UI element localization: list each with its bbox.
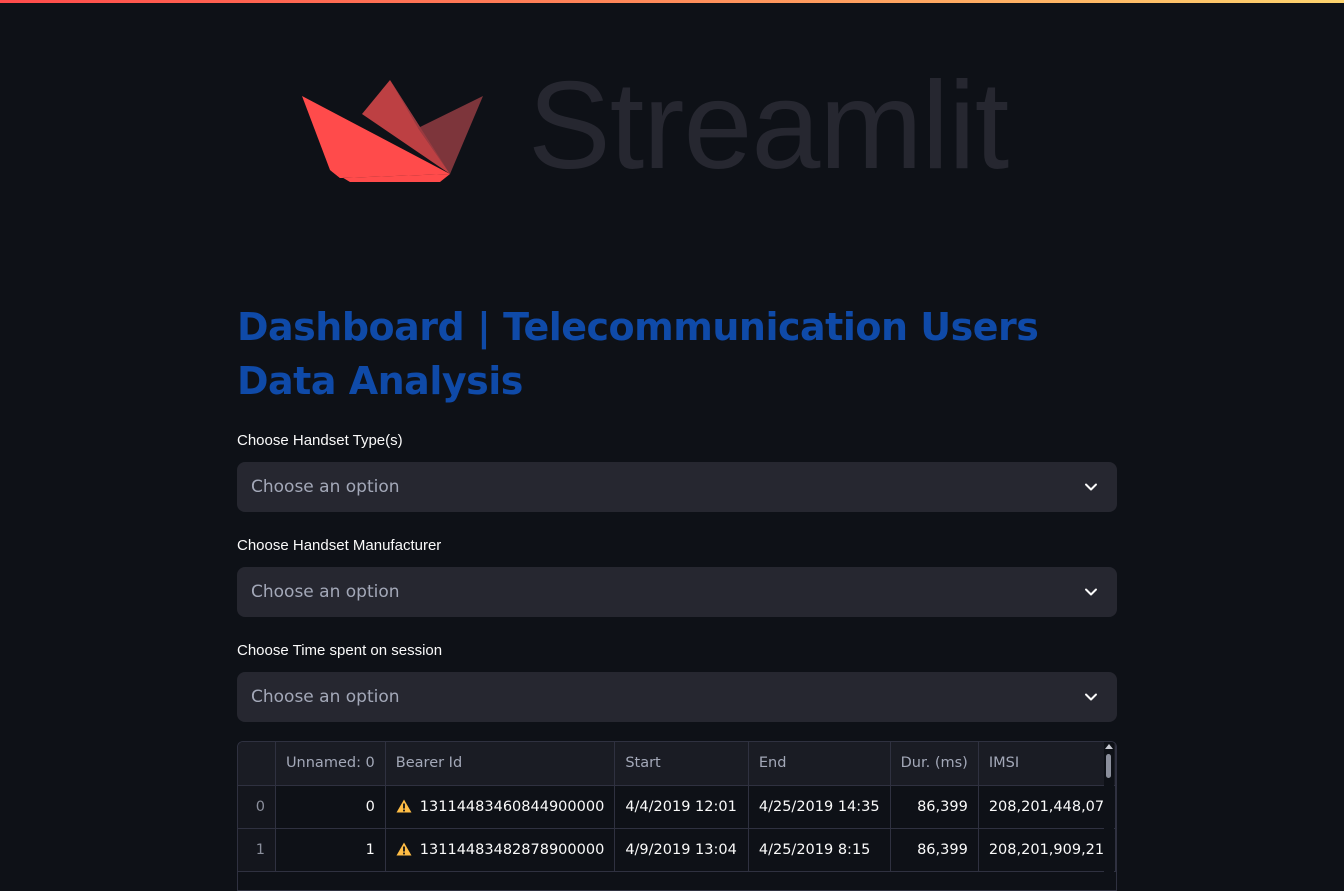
- select-placeholder: Choose an option: [251, 687, 400, 707]
- session-time-label: Choose Time spent on session: [237, 642, 443, 659]
- row-index[interactable]: 1: [238, 828, 276, 872]
- session-time-select[interactable]: Choose an option: [237, 672, 1117, 722]
- handset-type-label: Choose Handset Type(s): [237, 432, 403, 449]
- handset-manufacturer-label: Choose Handset Manufacturer: [237, 537, 442, 554]
- streamlit-logo: Streamlit: [300, 64, 1060, 188]
- column-header-duration[interactable]: Dur. (ms): [890, 742, 979, 786]
- table-header-row: Unnamed: 0 Bearer Id Start End Dur. (ms)…: [238, 742, 1116, 786]
- column-header-bearer-id[interactable]: Bearer Id: [385, 742, 616, 786]
- main-content: Dashboard | Telecommunication Users Data…: [237, 300, 1117, 722]
- cell-duration[interactable]: 86,399: [890, 785, 979, 829]
- session-time-filter: Choose Time spent on session Choose an o…: [237, 641, 1117, 722]
- chevron-down-icon: [1085, 693, 1097, 701]
- select-placeholder: Choose an option: [251, 477, 400, 497]
- row-index[interactable]: 0: [238, 785, 276, 829]
- cell-imsi[interactable]: 208,201,909,21: [978, 828, 1116, 872]
- cell-unnamed[interactable]: 0: [275, 785, 386, 829]
- scroll-thumb[interactable]: [1106, 754, 1111, 778]
- column-header-index[interactable]: [238, 742, 276, 786]
- handset-type-filter: Choose Handset Type(s) Choose an option: [237, 431, 1117, 512]
- data-table[interactable]: Unnamed: 0 Bearer Id Start End Dur. (ms)…: [237, 741, 1117, 891]
- table-scrollbar[interactable]: [1104, 742, 1114, 890]
- column-header-unnamed[interactable]: Unnamed: 0: [275, 742, 386, 786]
- warning-icon: [396, 799, 412, 812]
- column-header-imsi[interactable]: IMSI: [978, 742, 1116, 786]
- table-row: 1 1 13114483482878900000 4/9/2019 13:04 …: [238, 828, 1116, 872]
- handset-manufacturer-select[interactable]: Choose an option: [237, 567, 1117, 617]
- cell-end[interactable]: 4/25/2019 8:15: [748, 828, 891, 872]
- warning-icon: [396, 842, 412, 855]
- chevron-down-icon: [1085, 483, 1097, 491]
- page-title: Dashboard | Telecommunication Users Data…: [237, 305, 1039, 403]
- cell-end[interactable]: 4/25/2019 14:35: [748, 785, 891, 829]
- cell-bearer-id[interactable]: 13114483460844900000: [385, 785, 616, 829]
- cell-imsi[interactable]: 208,201,448,07: [978, 785, 1116, 829]
- table-row: 0 0 13114483460844900000 4/4/2019 12:01 …: [238, 785, 1116, 829]
- cell-start[interactable]: 4/4/2019 12:01: [614, 785, 749, 829]
- cell-unnamed[interactable]: 1: [275, 828, 386, 872]
- cell-duration[interactable]: 86,399: [890, 828, 979, 872]
- handset-manufacturer-filter: Choose Handset Manufacturer Choose an op…: [237, 536, 1117, 617]
- column-header-end[interactable]: End: [748, 742, 891, 786]
- crown-boat-icon: [302, 80, 483, 182]
- bearer-id-value: 13114483460844900000: [419, 798, 605, 815]
- select-placeholder: Choose an option: [251, 582, 400, 602]
- handset-type-select[interactable]: Choose an option: [237, 462, 1117, 512]
- chevron-down-icon: [1085, 588, 1097, 596]
- scroll-up-arrow-icon[interactable]: [1105, 744, 1113, 749]
- column-header-start[interactable]: Start: [614, 742, 749, 786]
- dataframe: Unnamed: 0 Bearer Id Start End Dur. (ms)…: [238, 742, 1116, 872]
- logo-wordmark: Streamlit: [528, 57, 1009, 195]
- top-decoration-bar: [0, 0, 1344, 3]
- cell-start[interactable]: 4/9/2019 13:04: [614, 828, 749, 872]
- cell-bearer-id[interactable]: 13114483482878900000: [385, 828, 616, 872]
- bearer-id-value: 13114483482878900000: [419, 841, 605, 858]
